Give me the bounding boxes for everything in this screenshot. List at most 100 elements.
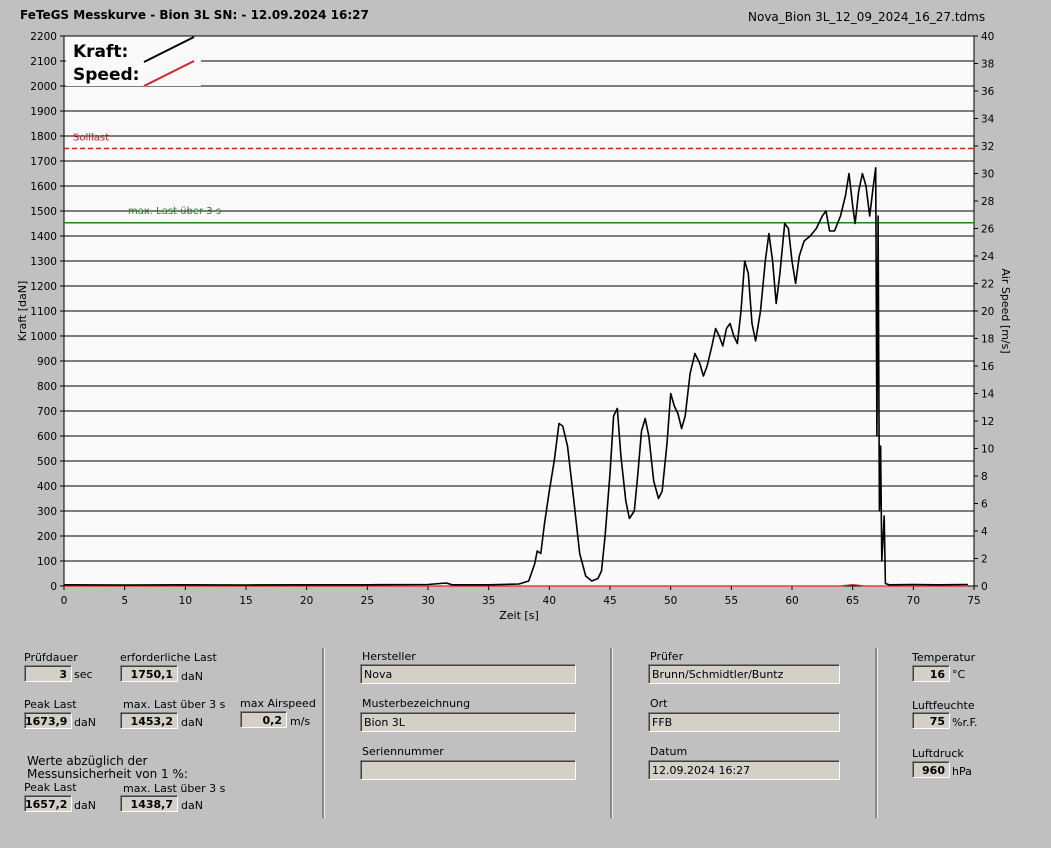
luftdruck-unit: hPa bbox=[952, 765, 972, 778]
y-left-axis-label: Kraft [daN] bbox=[16, 281, 29, 342]
y-right-axis-label: Air Speed [m/s] bbox=[999, 268, 1012, 353]
x-tick-label: 45 bbox=[603, 595, 616, 607]
y-left-tick-label: 300 bbox=[37, 506, 57, 518]
x-tick-label: 60 bbox=[785, 595, 798, 607]
erforderliche-last-unit: daN bbox=[181, 670, 203, 683]
ort-label: Ort bbox=[650, 697, 668, 710]
y-left-tick-label: 400 bbox=[37, 481, 57, 493]
luftdruck-label: Luftdruck bbox=[912, 747, 964, 760]
x-tick-label: 15 bbox=[239, 595, 252, 607]
x-tick-label: 75 bbox=[967, 595, 980, 607]
max-last-2-field: 1438,7 bbox=[120, 795, 178, 812]
seriennummer-label: Seriennummer bbox=[362, 745, 444, 758]
max-airspeed-field: 0,2 bbox=[240, 711, 287, 728]
x-axis-label: Zeit [s] bbox=[499, 609, 538, 622]
max-last-field: 1453,2 bbox=[120, 712, 178, 729]
musterbezeichnung-label: Musterbezeichnung bbox=[362, 697, 471, 710]
y-right-tick-label: 38 bbox=[981, 59, 994, 71]
pruefer-field: Brunn/Schmidtler/Buntz bbox=[648, 664, 840, 684]
y-left-tick-label: 1400 bbox=[30, 231, 57, 243]
temperatur-label: Temperatur bbox=[912, 651, 976, 664]
seriennummer-field bbox=[360, 760, 576, 780]
x-tick-label: 70 bbox=[907, 595, 920, 607]
measurement-uncertainty-note: Werte abzüglich der Messunsicherheit von… bbox=[27, 754, 188, 781]
y-right-tick-label: 32 bbox=[981, 141, 994, 153]
force-speed-chart: 0100200300400500600700800900100011001200… bbox=[16, 31, 1012, 622]
y-left-tick-label: 2100 bbox=[30, 56, 57, 68]
panel-separator bbox=[610, 648, 613, 818]
y-left-tick-label: 500 bbox=[37, 456, 57, 468]
max-airspeed-unit: m/s bbox=[290, 715, 311, 728]
erforderliche-last-label: erforderliche Last bbox=[120, 651, 217, 664]
hersteller-field: Nova bbox=[360, 664, 576, 684]
y-left-tick-label: 2000 bbox=[30, 81, 57, 93]
max-last-2-unit: daN bbox=[181, 799, 203, 812]
y-right-tick-label: 0 bbox=[981, 581, 988, 593]
max-last-unit: daN bbox=[181, 716, 203, 729]
y-left-tick-label: 2200 bbox=[30, 31, 57, 43]
pruefdauer-unit: sec bbox=[74, 668, 93, 681]
y-right-tick-label: 4 bbox=[981, 526, 988, 538]
y-left-tick-label: 1300 bbox=[30, 256, 57, 268]
y-left-tick-label: 1900 bbox=[30, 106, 57, 118]
temperatur-field: 16 bbox=[912, 665, 950, 682]
y-left-tick-label: 1800 bbox=[30, 131, 57, 143]
x-tick-label: 35 bbox=[482, 595, 495, 607]
x-tick-label: 0 bbox=[61, 595, 68, 607]
y-right-tick-label: 20 bbox=[981, 306, 994, 318]
x-tick-label: 65 bbox=[846, 595, 859, 607]
y-right-tick-label: 36 bbox=[981, 86, 995, 98]
y-right-tick-label: 24 bbox=[981, 251, 995, 263]
y-left-tick-label: 1100 bbox=[30, 306, 57, 318]
peak-last-2-unit: daN bbox=[74, 799, 96, 812]
max-last-label: max. Last über 3 s bbox=[123, 698, 226, 711]
y-right-tick-label: 12 bbox=[981, 416, 994, 428]
y-right-tick-label: 2 bbox=[981, 554, 988, 566]
luftfeuchte-unit: %r.F. bbox=[952, 716, 978, 729]
y-left-tick-label: 1000 bbox=[30, 331, 57, 343]
y-left-tick-label: 1700 bbox=[30, 156, 57, 168]
panel-separator bbox=[875, 648, 878, 818]
hersteller-label: Hersteller bbox=[362, 650, 416, 663]
y-left-tick-label: 0 bbox=[50, 581, 57, 593]
temperatur-unit: °C bbox=[952, 668, 966, 681]
max-last-ref-label: max. Last über 3 s bbox=[128, 206, 221, 217]
peak-last-2-label: Peak Last bbox=[24, 781, 77, 794]
max-last-2-label: max. Last über 3 s bbox=[123, 782, 226, 795]
y-left-tick-label: 100 bbox=[37, 556, 57, 568]
y-right-tick-label: 22 bbox=[981, 279, 994, 291]
legend-speed-label: Speed: bbox=[73, 65, 139, 85]
x-tick-label: 25 bbox=[361, 595, 374, 607]
x-tick-label: 55 bbox=[725, 595, 738, 607]
y-left-tick-label: 1600 bbox=[30, 181, 57, 193]
x-tick-label: 5 bbox=[121, 595, 128, 607]
max-airspeed-label: max Airspeed bbox=[240, 697, 316, 710]
pruefdauer-label: Prüfdauer bbox=[24, 651, 78, 664]
y-left-tick-label: 1200 bbox=[30, 281, 57, 293]
luftfeuchte-label: Luftfeuchte bbox=[912, 699, 975, 712]
x-tick-label: 50 bbox=[664, 595, 677, 607]
y-right-tick-label: 30 bbox=[981, 169, 994, 181]
peak-last-2-field: 1657,2 bbox=[24, 795, 72, 812]
x-tick-label: 10 bbox=[179, 595, 192, 607]
legend-kraft-label: Kraft: bbox=[73, 42, 128, 62]
y-left-tick-label: 700 bbox=[37, 406, 57, 418]
x-tick-label: 20 bbox=[300, 595, 313, 607]
x-tick-label: 30 bbox=[421, 595, 434, 607]
y-left-tick-label: 800 bbox=[37, 381, 57, 393]
y-right-tick-label: 18 bbox=[981, 334, 994, 346]
datum-field: 12.09.2024 16:27 bbox=[648, 760, 840, 780]
pruefdauer-field: 3 bbox=[24, 665, 72, 682]
y-left-tick-label: 200 bbox=[37, 531, 57, 543]
musterbezeichnung-field: Bion 3L bbox=[360, 712, 576, 732]
y-right-tick-label: 28 bbox=[981, 196, 994, 208]
solllast-label: Solllast bbox=[73, 133, 109, 144]
panel-separator bbox=[322, 648, 325, 818]
erforderliche-last-field: 1750,1 bbox=[120, 665, 178, 682]
peak-last-label: Peak Last bbox=[24, 698, 77, 711]
ort-field: FFB bbox=[648, 712, 840, 732]
y-right-tick-label: 16 bbox=[981, 361, 995, 373]
luftfeuchte-field: 75 bbox=[912, 712, 950, 729]
y-left-tick-label: 900 bbox=[37, 356, 57, 368]
y-left-tick-label: 1500 bbox=[30, 206, 57, 218]
